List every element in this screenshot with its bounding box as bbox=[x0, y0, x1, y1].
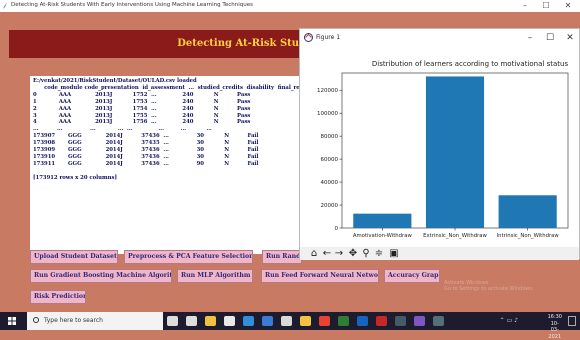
x-tick-label: Intrinsic_Non_Withdraw bbox=[497, 233, 560, 239]
figure-toolbar: ⌂ ← → ✥ ⚲ ≑ ▣ bbox=[300, 247, 579, 260]
activation-line2: Go to Settings to activate Windows. bbox=[444, 286, 534, 292]
bar-chart: Distribution of learners according to mo… bbox=[300, 47, 579, 247]
pan-icon[interactable]: ✥ bbox=[347, 247, 359, 260]
risk-prediction-button[interactable]: Risk Prediction bbox=[30, 290, 86, 304]
x-axis-ticks: Amotivation-Withdraw Extrinsic_Non_Withdr… bbox=[353, 228, 560, 239]
bar-extrinsic-non-withdraw bbox=[426, 76, 484, 228]
edge-icon[interactable] bbox=[243, 316, 254, 326]
clock-date: 10-03-2021 bbox=[548, 321, 562, 340]
chrome-icon[interactable] bbox=[319, 316, 330, 326]
run-random-forest-button[interactable]: Run Rando bbox=[262, 250, 302, 264]
taskbar: Type here to search ⌃ ▭ ♪ 16:30 10-03-20… bbox=[0, 312, 580, 330]
activation-watermark: Activate Windows Go to Settings to activ… bbox=[444, 280, 534, 292]
close-button[interactable]: ✕ bbox=[559, 0, 577, 12]
clock[interactable]: 16:30 10-03-2021 bbox=[548, 314, 562, 340]
run-ffnn-button[interactable]: Run Feed Forward Neural Network bbox=[261, 269, 379, 283]
figure-app-icon bbox=[304, 33, 313, 42]
y-tick-label: 60000 bbox=[321, 157, 339, 163]
preprocess-pca-button[interactable]: Preprocess & PCA Feature Selection bbox=[124, 250, 253, 264]
minimize-button[interactable]: – bbox=[516, 0, 534, 12]
bar-amotivation-withdraw bbox=[353, 214, 411, 228]
maximize-button[interactable]: ☐ bbox=[537, 0, 555, 12]
app-icon-8[interactable] bbox=[414, 316, 425, 326]
tray-icons[interactable]: ⌃ ▭ ♪ bbox=[500, 317, 518, 324]
y-tick-label: 20000 bbox=[321, 203, 339, 209]
windows-start-icon[interactable] bbox=[0, 312, 24, 330]
x-tick-label: Extrinsic_Non_Withdraw bbox=[423, 233, 487, 239]
figure-window[interactable]: Figure 1 – ☐ ✕ Distribution of learners … bbox=[299, 28, 580, 259]
save-icon[interactable]: ▣ bbox=[388, 247, 400, 260]
accuracy-graph-button[interactable]: Accuracy Graph bbox=[384, 269, 440, 283]
main-window-titlebar: Detecting At-Risk Students With Early In… bbox=[0, 0, 580, 12]
figure-maximize-button[interactable]: ☐ bbox=[542, 29, 558, 47]
x-tick-label: Amotivation-Withdraw bbox=[353, 233, 413, 239]
file-explorer-icon[interactable] bbox=[205, 316, 216, 326]
window-title: Detecting At-Risk Students With Early In… bbox=[11, 2, 253, 8]
search-icon bbox=[33, 317, 39, 323]
notification-icon[interactable] bbox=[568, 316, 576, 326]
configure-icon[interactable]: ≑ bbox=[373, 247, 385, 260]
search-placeholder: Type here to search bbox=[44, 317, 103, 324]
upload-dataset-button[interactable]: Upload Student Dataset bbox=[30, 250, 118, 264]
bar-intrinsic-non-withdraw bbox=[499, 195, 557, 228]
forward-arrow-icon[interactable]: → bbox=[333, 247, 345, 260]
taskbar-search-box[interactable]: Type here to search bbox=[27, 312, 163, 330]
figure-titlebar: Figure 1 – ☐ ✕ bbox=[300, 29, 579, 47]
app-icon-1[interactable] bbox=[262, 316, 273, 326]
clock-time: 16:30 bbox=[548, 314, 562, 321]
y-tick-label: 40000 bbox=[321, 180, 339, 186]
feather-icon bbox=[3, 2, 8, 9]
app-icon-4[interactable] bbox=[338, 316, 349, 326]
microphone-icon[interactable] bbox=[167, 316, 178, 326]
y-tick-label: 80000 bbox=[321, 134, 339, 140]
home-icon[interactable]: ⌂ bbox=[308, 247, 320, 260]
figure-title: Figure 1 bbox=[316, 34, 340, 41]
y-tick-label: 0 bbox=[335, 226, 339, 232]
run-mlp-button[interactable]: Run MLP Algorithm bbox=[177, 269, 253, 283]
store-icon[interactable] bbox=[224, 316, 235, 326]
zoom-icon[interactable]: ⚲ bbox=[360, 247, 372, 260]
task-view-icon[interactable] bbox=[186, 316, 197, 326]
app-icon-2[interactable] bbox=[281, 316, 292, 326]
chart-title: Distribution of learners according to mo… bbox=[372, 60, 569, 68]
app-icon-7[interactable] bbox=[395, 316, 406, 326]
chart-bars bbox=[353, 76, 556, 228]
figure-minimize-button[interactable]: – bbox=[522, 29, 538, 47]
app-icon-5[interactable] bbox=[357, 316, 368, 326]
y-axis-ticks: 0 20000 40000 60000 80000 100000 120000 bbox=[317, 88, 342, 232]
y-tick-label: 100000 bbox=[317, 111, 338, 117]
app-icon-6[interactable] bbox=[376, 316, 387, 326]
app-icon-9[interactable] bbox=[433, 316, 444, 326]
run-gradient-boosting-button[interactable]: Run Gradient Boosting Machine Algorithm bbox=[30, 269, 172, 283]
figure-close-button[interactable]: ✕ bbox=[562, 29, 578, 47]
y-tick-label: 120000 bbox=[317, 88, 338, 94]
app-icon-3[interactable] bbox=[300, 316, 311, 326]
back-arrow-icon[interactable]: ← bbox=[321, 247, 333, 260]
